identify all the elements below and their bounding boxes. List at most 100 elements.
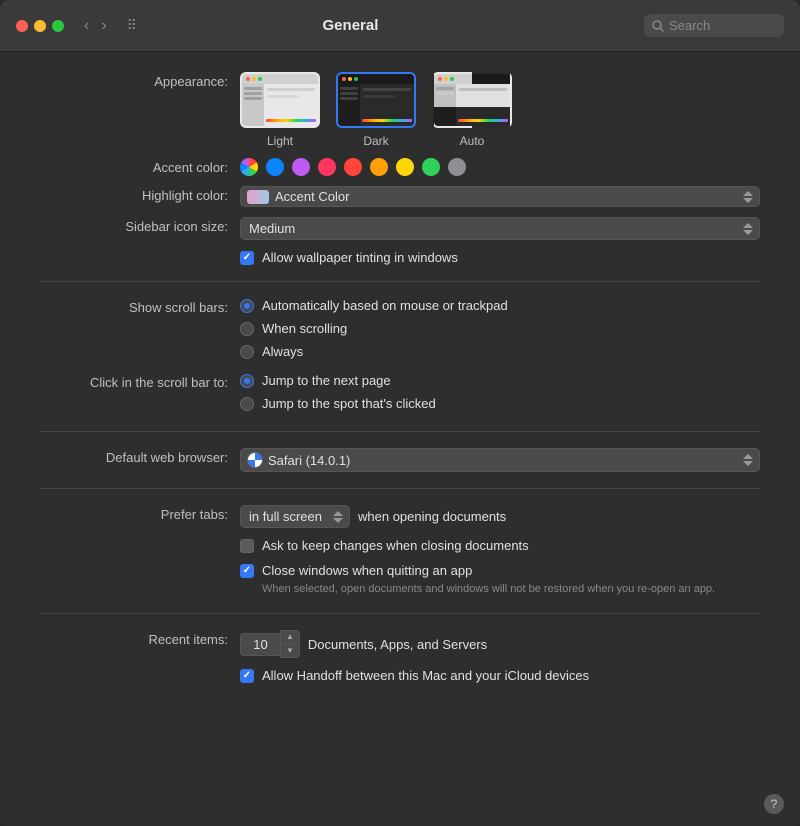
wallpaper-tinting-control: Allow wallpaper tinting in windows <box>240 250 760 265</box>
search-placeholder: Search <box>669 18 710 33</box>
close-windows-checkbox-row[interactable]: Close windows when quitting an app <box>240 563 760 578</box>
recent-items-stepper: 10 ▲ ▼ <box>240 630 300 658</box>
ask-keep-changes-row: Ask to keep changes when closing documen… <box>40 538 760 553</box>
wallpaper-tinting-checkbox[interactable] <box>240 251 254 265</box>
accent-dot-blue[interactable] <box>266 158 284 176</box>
highlight-color-row: Highlight color: Accent Color <box>40 186 760 207</box>
appearance-options: Light <box>240 72 760 148</box>
ask-keep-changes-checkbox[interactable] <box>240 539 254 553</box>
close-windows-label: Close windows when quitting an app <box>262 563 472 578</box>
forward-button[interactable]: › <box>97 16 110 36</box>
stepper-up[interactable]: ▲ <box>281 631 299 644</box>
accent-dot-green[interactable] <box>422 158 440 176</box>
prefer-tabs-select[interactable]: always in full screen manually <box>240 505 350 528</box>
accent-dot-pink[interactable] <box>318 158 336 176</box>
ask-keep-changes-checkbox-row[interactable]: Ask to keep changes when closing documen… <box>240 538 760 553</box>
thumb-sidebar-dark <box>338 84 360 128</box>
accent-dot-graphite[interactable] <box>448 158 466 176</box>
scroll-radio-always-label: Always <box>262 344 303 359</box>
click-scroll-bar-row: Click in the scroll bar to: Jump to the … <box>40 373 760 415</box>
accent-dot-red[interactable] <box>344 158 362 176</box>
appearance-option-light[interactable]: Light <box>240 72 320 148</box>
appearance-name-dark: Dark <box>363 134 388 148</box>
scroll-radio-always[interactable]: Always <box>240 344 760 359</box>
divider-2 <box>40 431 760 432</box>
thumb-sidebar-light <box>242 84 264 128</box>
ask-keep-changes-spacer <box>40 538 240 540</box>
nav-buttons: ‹ › <box>80 16 111 36</box>
default-browser-row: Default web browser: Safari (14.0.1) <box>40 448 760 472</box>
show-scroll-bars-label: Show scroll bars: <box>40 298 240 315</box>
highlight-color-control: Accent Color <box>240 186 760 207</box>
accent-multicolor[interactable] <box>240 158 258 176</box>
search-box[interactable]: Search <box>644 14 784 37</box>
thumb-dot <box>252 77 256 81</box>
recent-items-suffix: Documents, Apps, and Servers <box>308 637 487 652</box>
back-button[interactable]: ‹ <box>80 16 93 36</box>
prefer-tabs-control: always in full screen manually when open… <box>240 505 760 528</box>
thumb-dot <box>444 77 448 81</box>
highlight-color-label: Highlight color: <box>40 186 240 203</box>
close-windows-checkbox[interactable] <box>240 564 254 578</box>
scroll-section: Show scroll bars: Automatically based on… <box>0 298 800 415</box>
wallpaper-tinting-spacer <box>40 250 240 252</box>
content-area: Appearance: <box>0 52 800 826</box>
close-button[interactable] <box>16 20 28 32</box>
wallpaper-tinting-checkbox-row[interactable]: Allow wallpaper tinting in windows <box>240 250 760 265</box>
thumb-colorbar <box>266 119 316 122</box>
sidebar-icon-size-control: Small Medium Large <box>240 217 760 240</box>
sidebar-icon-size-row: Sidebar icon size: Small Medium Large <box>40 217 760 240</box>
thumb-dot <box>450 77 454 81</box>
thumb-dot <box>348 77 352 81</box>
sidebar-icon-size-select[interactable]: Small Medium Large <box>240 217 760 240</box>
traffic-lights <box>16 20 64 32</box>
appearance-name-auto: Auto <box>460 134 485 148</box>
thumb-content-line <box>459 88 507 91</box>
appearance-thumb-auto <box>432 72 512 128</box>
divider-3 <box>40 488 760 489</box>
system-preferences-window: ‹ › ⠿ General Search Appearance: <box>0 0 800 826</box>
scroll-radio-always-btn[interactable] <box>240 345 254 359</box>
sidebar-bar <box>244 92 262 95</box>
scroll-radio-auto[interactable]: Automatically based on mouse or trackpad <box>240 298 760 313</box>
accent-dot-yellow[interactable] <box>396 158 414 176</box>
ask-keep-changes-label: Ask to keep changes when closing documen… <box>262 538 529 553</box>
click-scroll-spot-btn[interactable] <box>240 397 254 411</box>
maximize-button[interactable] <box>52 20 64 32</box>
browser-select[interactable]: Safari (14.0.1) <box>240 448 760 472</box>
appearance-option-auto[interactable]: Auto <box>432 72 512 148</box>
sidebar-bar <box>340 92 358 95</box>
stepper-buttons: ▲ ▼ <box>280 630 300 658</box>
minimize-button[interactable] <box>34 20 46 32</box>
scroll-radio-auto-btn[interactable] <box>240 299 254 313</box>
click-scroll-next[interactable]: Jump to the next page <box>240 373 760 388</box>
scroll-radio-scrolling-label: When scrolling <box>262 321 347 336</box>
allow-handoff-checkbox[interactable] <box>240 669 254 683</box>
scroll-radio-scrolling-btn[interactable] <box>240 322 254 336</box>
sidebar-bar <box>340 87 358 90</box>
close-windows-row: Close windows when quitting an app When … <box>40 563 760 597</box>
thumb-content-line <box>363 88 411 91</box>
grid-icon[interactable]: ⠿ <box>127 17 137 34</box>
appearance-thumb-dark <box>336 72 416 128</box>
allow-handoff-checkbox-row[interactable]: Allow Handoff between this Mac and your … <box>240 668 760 683</box>
accent-dot-purple[interactable] <box>292 158 310 176</box>
scroll-radio-scrolling[interactable]: When scrolling <box>240 321 760 336</box>
accent-color-label: Accent color: <box>40 158 240 175</box>
accent-colors <box>240 158 760 176</box>
click-scroll-next-btn[interactable] <box>240 374 254 388</box>
appearance-name-light: Light <box>267 134 293 148</box>
thumb-dot <box>342 77 346 81</box>
appearance-option-dark[interactable]: Dark <box>336 72 416 148</box>
help-button[interactable]: ? <box>764 794 784 814</box>
recent-items-control: 10 ▲ ▼ Documents, Apps, and Servers <box>240 630 760 658</box>
allow-handoff-label: Allow Handoff between this Mac and your … <box>262 668 589 683</box>
default-browser-label: Default web browser: <box>40 448 240 465</box>
thumb-sidebar-auto <box>434 84 456 128</box>
click-scroll-spot[interactable]: Jump to the spot that's clicked <box>240 396 760 411</box>
highlight-color-select[interactable]: Accent Color <box>240 186 760 207</box>
accent-dot-orange[interactable] <box>370 158 388 176</box>
click-scroll-spot-label: Jump to the spot that's clicked <box>262 396 436 411</box>
accent-color-row: Accent color: <box>40 158 760 176</box>
stepper-down[interactable]: ▼ <box>281 644 299 657</box>
